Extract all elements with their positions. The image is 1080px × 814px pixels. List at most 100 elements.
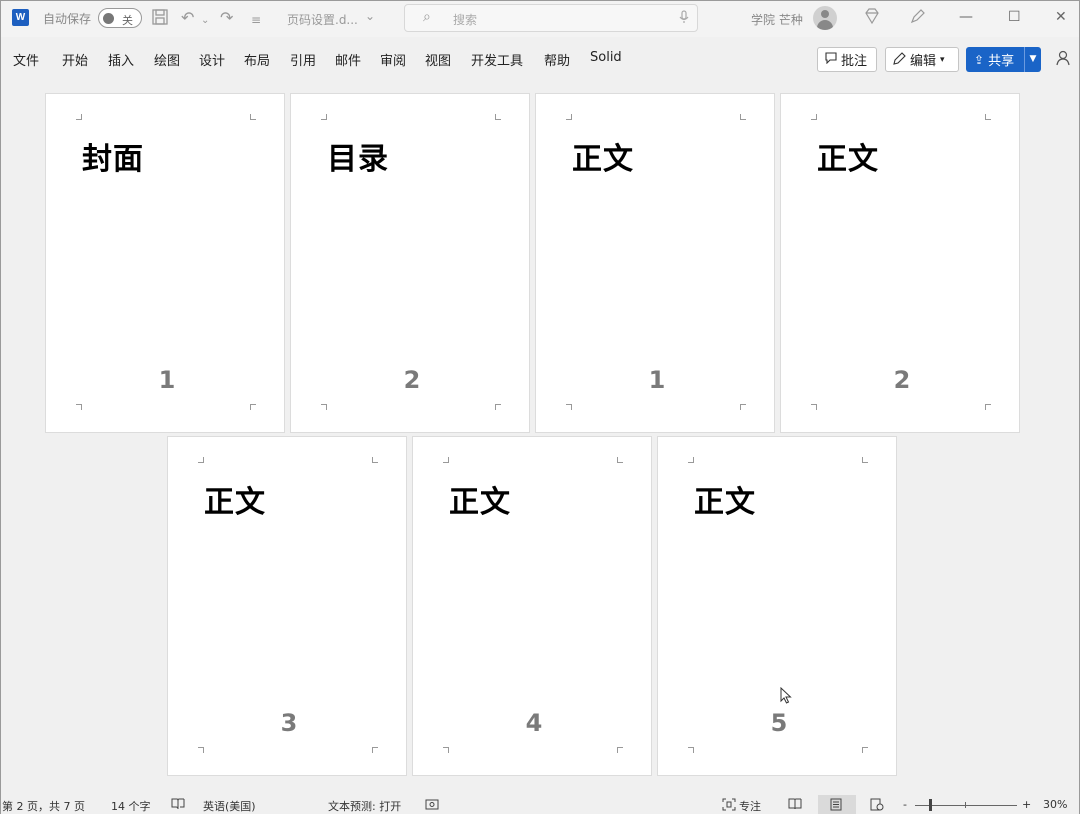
margin-corner-mark bbox=[443, 457, 449, 463]
mic-icon[interactable] bbox=[679, 10, 689, 28]
language[interactable]: 英语(美国) bbox=[203, 798, 256, 814]
zoom-slider-center-tick bbox=[965, 802, 966, 808]
share-button[interactable]: ⇪ 共享 ▼ bbox=[966, 47, 1041, 72]
mouse-cursor-icon bbox=[780, 686, 792, 709]
page-info[interactable]: 第 2 页，共 7 页 bbox=[2, 798, 85, 814]
user-name[interactable]: 学院 芒种 bbox=[751, 11, 803, 28]
edit-pen-icon bbox=[893, 51, 906, 68]
status-bar: 第 2 页，共 7 页 14 个字 英语(美国) 文本预测: 打开 专注 - +… bbox=[1, 795, 1079, 814]
menu-home[interactable]: 开始 bbox=[62, 50, 88, 69]
document-page[interactable]: 正文 5 bbox=[657, 436, 897, 776]
menu-references[interactable]: 引用 bbox=[290, 50, 316, 69]
menu-view[interactable]: 视图 bbox=[425, 50, 451, 69]
print-layout-icon[interactable] bbox=[830, 798, 842, 814]
word-window: W 自动保存 关 ↶ ⌄ ↷ ≡ 页码设置.d... ⌄ ⌕ 搜索 学院 芒种 bbox=[0, 0, 1080, 814]
undo-dropdown-icon[interactable]: ⌄ bbox=[201, 11, 209, 31]
text-prediction[interactable]: 文本预测: 打开 bbox=[328, 798, 401, 814]
menu-layout[interactable]: 布局 bbox=[244, 50, 270, 69]
page-heading: 目录 bbox=[327, 142, 389, 177]
close-icon[interactable]: ✕ bbox=[1055, 9, 1067, 25]
margin-corner-mark bbox=[985, 404, 991, 410]
search-placeholder: 搜索 bbox=[453, 13, 478, 27]
margin-corner-mark bbox=[495, 404, 501, 410]
comments-label: 批注 bbox=[841, 54, 868, 69]
margin-corner-mark bbox=[740, 114, 746, 120]
margin-corner-mark bbox=[372, 457, 378, 463]
menu-draw[interactable]: 绘图 bbox=[154, 50, 180, 69]
margin-corner-mark bbox=[321, 114, 327, 120]
document-page[interactable]: 目录 2 bbox=[290, 93, 530, 433]
autosave-state: 关 bbox=[122, 14, 133, 27]
document-page[interactable]: 正文 4 bbox=[412, 436, 652, 776]
autosave-toggle[interactable]: 关 bbox=[98, 8, 142, 28]
menu-help[interactable]: 帮助 bbox=[544, 50, 570, 69]
menu-solid[interactable]: Solid bbox=[590, 50, 622, 65]
margin-corner-mark bbox=[617, 747, 623, 753]
minimize-icon[interactable]: — bbox=[959, 9, 973, 25]
avatar[interactable] bbox=[813, 6, 837, 30]
title-bar: W 自动保存 关 ↶ ⌄ ↷ ≡ 页码设置.d... ⌄ ⌕ 搜索 学院 芒种 bbox=[1, 1, 1079, 37]
editing-button[interactable]: 编辑 ▾ bbox=[885, 47, 959, 72]
document-page[interactable]: 正文 1 bbox=[535, 93, 775, 433]
margin-corner-mark bbox=[76, 404, 82, 410]
toggle-knob bbox=[103, 13, 114, 24]
zoom-level[interactable]: 30% bbox=[1043, 798, 1067, 811]
read-mode-icon[interactable] bbox=[788, 798, 802, 813]
page-heading: 封面 bbox=[82, 142, 144, 177]
margin-corner-mark bbox=[372, 747, 378, 753]
margin-corner-mark bbox=[811, 404, 817, 410]
accessibility-icon[interactable] bbox=[425, 798, 439, 813]
page-heading: 正文 bbox=[204, 485, 266, 520]
search-input[interactable]: ⌕ 搜索 bbox=[404, 4, 698, 32]
diamond-icon[interactable] bbox=[863, 7, 881, 30]
margin-corner-mark bbox=[617, 457, 623, 463]
page-number: 5 bbox=[770, 709, 788, 737]
margin-corner-mark bbox=[198, 747, 204, 753]
zoom-in-button[interactable]: + bbox=[1022, 798, 1031, 811]
page-heading: 正文 bbox=[572, 142, 634, 177]
chevron-down-icon[interactable]: ⌄ bbox=[365, 9, 375, 23]
margin-corner-mark bbox=[250, 404, 256, 410]
coauthor-icon[interactable] bbox=[1055, 49, 1073, 71]
focus-icon[interactable] bbox=[722, 798, 736, 814]
margin-corner-mark bbox=[566, 114, 572, 120]
margin-corner-mark bbox=[811, 114, 817, 120]
page-number: 4 bbox=[525, 709, 543, 737]
word-icon: W bbox=[12, 9, 29, 26]
save-icon[interactable] bbox=[151, 8, 169, 31]
focus-label[interactable]: 专注 bbox=[739, 798, 761, 814]
web-layout-icon[interactable] bbox=[870, 798, 884, 814]
zoom-out-button[interactable]: - bbox=[903, 798, 907, 811]
menu-review[interactable]: 审阅 bbox=[380, 50, 406, 69]
page-heading: 正文 bbox=[449, 485, 511, 520]
proofing-icon[interactable] bbox=[171, 798, 185, 813]
document-page[interactable]: 封面 1 bbox=[45, 93, 285, 433]
menu-mailings[interactable]: 邮件 bbox=[335, 50, 361, 69]
menu-insert[interactable]: 插入 bbox=[108, 50, 134, 69]
redo-icon[interactable]: ↷ bbox=[220, 8, 233, 28]
document-page[interactable]: 正文 3 bbox=[167, 436, 407, 776]
word-count[interactable]: 14 个字 bbox=[111, 798, 151, 814]
margin-corner-mark bbox=[985, 114, 991, 120]
margin-corner-mark bbox=[688, 747, 694, 753]
editing-label: 编辑 bbox=[910, 54, 937, 69]
margin-corner-mark bbox=[566, 404, 572, 410]
pen-icon[interactable] bbox=[909, 7, 927, 30]
comments-button[interactable]: 批注 bbox=[817, 47, 877, 72]
menu-design[interactable]: 设计 bbox=[199, 50, 225, 69]
share-icon: ⇪ bbox=[974, 52, 985, 67]
menu-file[interactable]: 文件 bbox=[13, 50, 39, 69]
undo-icon[interactable]: ↶ bbox=[181, 8, 194, 28]
document-name[interactable]: 页码设置.d... bbox=[287, 11, 358, 28]
chevron-down-icon: ▾ bbox=[940, 54, 945, 65]
margin-corner-mark bbox=[250, 114, 256, 120]
zoom-slider-thumb[interactable] bbox=[929, 799, 932, 811]
menu-developer[interactable]: 开发工具 bbox=[471, 50, 523, 69]
share-main[interactable]: ⇪ 共享 bbox=[966, 50, 1024, 70]
maximize-icon[interactable]: ☐ bbox=[1008, 9, 1021, 25]
share-dropdown-icon[interactable]: ▼ bbox=[1024, 47, 1041, 72]
document-page[interactable]: 正文 2 bbox=[780, 93, 1020, 433]
customize-toolbar-icon[interactable]: ≡ bbox=[251, 10, 261, 30]
margin-corner-mark bbox=[321, 404, 327, 410]
page-number: 2 bbox=[893, 366, 911, 394]
